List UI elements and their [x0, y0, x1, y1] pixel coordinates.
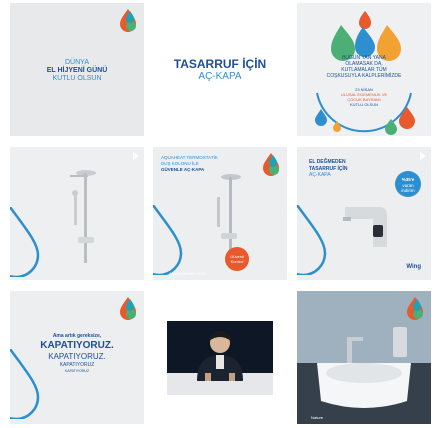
water-drop-icon	[10, 349, 40, 419]
shower-product-image	[70, 170, 96, 263]
post-text-line: Ama artık gereksize,	[52, 333, 102, 339]
logo-drops-icon	[261, 153, 281, 177]
post-text-line: COŞKUSUYLA KALPLERİMİZDE	[326, 73, 402, 79]
post-tile-we-are-closing[interactable]: Ama artık gereksize, KAPATIYORUZ. KAPATI…	[10, 291, 144, 424]
faucet-product-image	[343, 207, 387, 247]
status-badge: %35'e varan indirim	[395, 171, 421, 197]
post-tile-nature-basin[interactable]: Nature	[297, 291, 431, 424]
post-tile-shower-column[interactable]	[10, 147, 144, 280]
water-drop-icon	[153, 205, 183, 275]
play-icon	[133, 152, 139, 160]
post-tile-april-23[interactable]: BUGÜN YAN YANA OLAMASAK DA, KUTLAMALAR T…	[297, 3, 431, 136]
post-tile-wing-sensor[interactable]: EL DEĞMEDEN TASARRUF İÇİN AÇ-KAPA %35'e …	[297, 147, 431, 280]
logo-drops-icon	[315, 92, 415, 135]
logo-drops-icon	[118, 297, 138, 321]
post-tile-save-water[interactable]: TASARRUF İÇİN AÇ-KAPA	[153, 3, 287, 136]
water-drop-icon	[297, 205, 327, 275]
post-text-line: DÜNYA	[65, 59, 89, 66]
status-badge: Güvenli Kontrol	[225, 247, 249, 271]
video-thumbnail-image	[167, 321, 273, 395]
logo-drops-icon	[405, 297, 425, 321]
post-caption: AquaHeat Elite 2500	[169, 271, 206, 276]
post-text-line: AÇ-KAPA	[309, 172, 331, 178]
post-grid: DÜNYA EL HİJYENİ GÜNÜ KUTLU OLSUN TASARR…	[0, 0, 438, 428]
play-icon	[420, 152, 426, 160]
post-text-line: EL DEĞMEDEN	[309, 159, 346, 165]
post-text-line: KUTLU OLSUN	[52, 75, 102, 82]
post-tile-aquaheat[interactable]: AQUAHEAT TERMOSTATİK DUŞ KOLONU İLE GÜVE…	[153, 147, 287, 280]
post-caption: Nature	[311, 415, 324, 420]
post-tile-video-presenter[interactable]	[153, 291, 287, 424]
water-drop-icon	[10, 207, 40, 277]
post-text-line: TASARRUF İÇİN	[173, 57, 267, 71]
post-tile-hand-hygiene[interactable]: DÜNYA EL HİJYENİ GÜNÜ KUTLU OLSUN	[10, 3, 144, 136]
post-text-line: EL HİJYENİ GÜNÜ	[46, 67, 108, 74]
brand-label: Wing	[406, 264, 421, 270]
post-text-line: AÇ-KAPA	[198, 71, 242, 82]
play-icon	[118, 9, 138, 33]
